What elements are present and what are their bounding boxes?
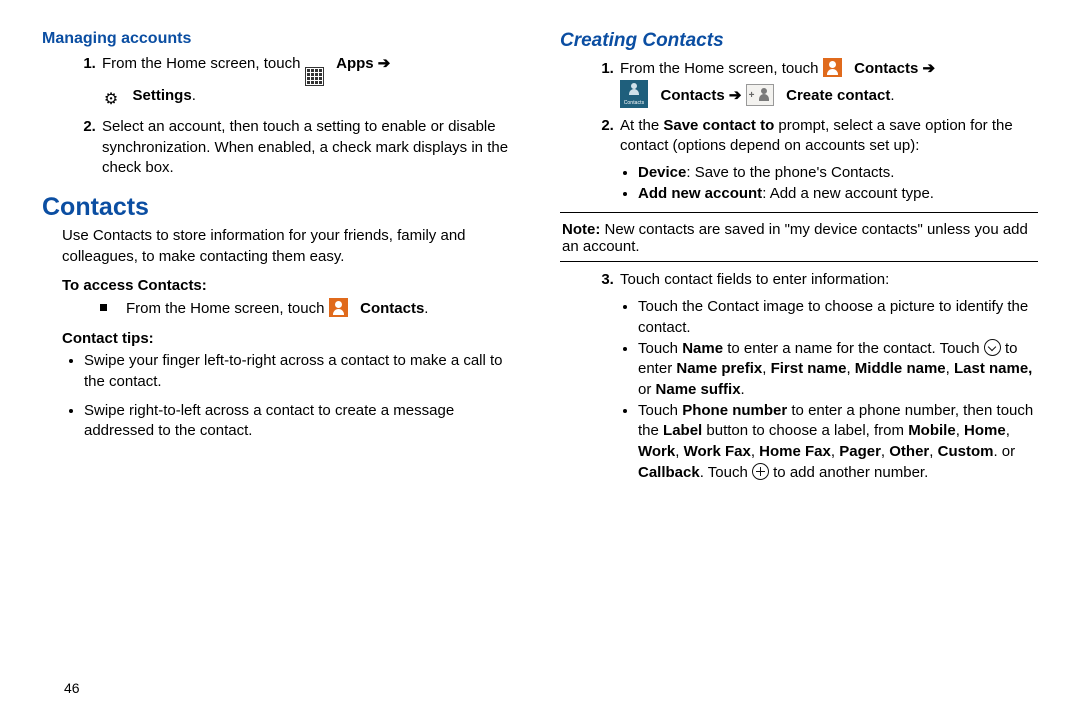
subhead-to-access: To access Contacts: <box>62 277 520 294</box>
heading-creating-contacts: Creating Contacts <box>560 30 1038 52</box>
bullet-phone-number: Touch Phone number to enter a phone numb… <box>638 401 1038 484</box>
access-text-a: From the Home screen, touch <box>126 300 329 317</box>
contacts-intro: Use Contacts to store information for yo… <box>62 226 520 267</box>
bullet-contact-image: Touch the Contact image to choose a pict… <box>638 297 1038 338</box>
access-item: From the Home screen, touch Contacts. <box>100 298 520 320</box>
contacts-label: Contacts <box>854 60 918 77</box>
save-options-list: Device: Save to the phone's Contacts. Ad… <box>620 163 1038 204</box>
subhead-contact-tips: Contact tips: <box>62 330 520 347</box>
create-step-1: From the Home screen, touch Contacts ➔ C… <box>618 58 1038 108</box>
arrow-icon: ➔ <box>378 55 391 72</box>
s3-text: Touch contact fields to enter informatio… <box>620 271 889 288</box>
arrow-icon: ➔ <box>729 87 746 104</box>
tip-2: Swipe right-to-left across a contact to … <box>84 401 520 442</box>
s1-a: From the Home screen, touch <box>620 60 823 77</box>
apps-icon <box>305 67 324 86</box>
plus-circle-icon <box>752 463 769 480</box>
arrow-icon: ➔ <box>922 60 935 77</box>
create-contact-icon: + <box>746 84 774 106</box>
managing-accounts-steps: From the Home screen, touch Apps ➔ ⚙ Set… <box>42 54 520 179</box>
create-step-2: At the Save contact to prompt, select a … <box>618 116 1038 205</box>
opt-add-account: Add new account: Add a new account type. <box>638 184 1038 205</box>
two-column-layout: Managing accounts From the Home screen, … <box>42 30 1038 491</box>
tip-1: Swipe your finger left-to-right across a… <box>84 351 520 392</box>
opt-device: Device: Save to the phone's Contacts. <box>638 163 1038 184</box>
step1-text-a: From the Home screen, touch <box>102 55 305 72</box>
create-contact-label: Create contact <box>786 87 890 104</box>
period: . <box>192 87 196 104</box>
apps-label: Apps <box>336 55 374 72</box>
note-text: New contacts are saved in "my device con… <box>562 221 1028 255</box>
period: . <box>890 87 894 104</box>
note-rule-top <box>560 212 1038 213</box>
note-row: Note: New contacts are saved in "my devi… <box>560 221 1038 255</box>
right-column: Creating Contacts From the Home screen, … <box>560 30 1038 491</box>
contact-tips-list: Swipe your finger left-to-right across a… <box>42 351 520 442</box>
save-contact-to: Save contact to <box>663 117 774 134</box>
heading-managing-accounts: Managing accounts <box>42 30 520 48</box>
contacts-app-icon <box>329 298 348 317</box>
chevron-down-icon <box>984 339 1001 356</box>
contacts-tab-icon: Contacts <box>620 80 648 108</box>
create-step-3: Touch contact fields to enter informatio… <box>618 270 1038 483</box>
settings-icon: ⚙ <box>102 91 120 109</box>
bullet-name: Touch Name to enter a name for the conta… <box>638 339 1038 401</box>
heading-contacts: Contacts <box>42 193 520 222</box>
manual-page: Managing accounts From the Home screen, … <box>0 0 1080 720</box>
contacts-label: Contacts <box>360 300 424 317</box>
note-label: Note: <box>562 221 600 238</box>
note-rule-bottom <box>560 261 1038 262</box>
left-column: Managing accounts From the Home screen, … <box>42 30 520 491</box>
contacts-app-icon <box>823 58 842 77</box>
access-list: From the Home screen, touch Contacts. <box>42 298 520 320</box>
settings-label: Settings <box>133 87 192 104</box>
page-number: 46 <box>64 680 80 696</box>
period: . <box>424 300 428 317</box>
step-2: Select an account, then touch a setting … <box>100 117 520 179</box>
creating-contacts-steps-cont: Touch contact fields to enter informatio… <box>560 270 1038 483</box>
contacts-tab-label: Contacts <box>661 87 725 104</box>
creating-contacts-steps: From the Home screen, touch Contacts ➔ C… <box>560 58 1038 204</box>
field-bullets: Touch the Contact image to choose a pict… <box>620 297 1038 483</box>
s2-a: At the <box>620 117 663 134</box>
step-1: From the Home screen, touch Apps ➔ ⚙ Set… <box>100 54 520 109</box>
